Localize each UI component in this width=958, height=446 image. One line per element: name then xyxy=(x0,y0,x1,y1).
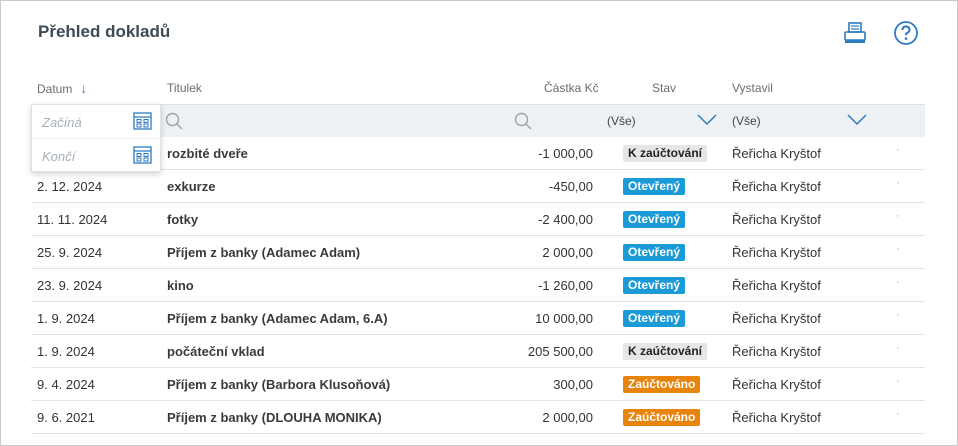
table-row[interactable]: 25. 9. 2024 Příjem z banky (Adamec Adam)… xyxy=(31,236,925,269)
title-search-icon[interactable] xyxy=(165,112,183,130)
row-date: 1. 9. 2024 xyxy=(37,311,95,326)
status-badge: K zaúčtování xyxy=(623,145,708,162)
row-author: Řeřicha Kryštof xyxy=(732,377,821,392)
date-to-placeholder: Končí xyxy=(42,149,76,164)
amount-search-icon[interactable] xyxy=(514,112,532,130)
table-row[interactable]: 1. 9. 2024 počáteční vklad 205 500,00 K … xyxy=(31,335,925,368)
row-date: 9. 4. 2024 xyxy=(37,377,95,392)
row-title: kino xyxy=(167,278,194,293)
filter-row: (Vše) (Vše) xyxy=(31,105,925,137)
help-icon[interactable] xyxy=(893,20,919,46)
row-dot: · xyxy=(896,144,900,156)
row-dot: · xyxy=(896,309,900,321)
row-title: fotky xyxy=(167,212,199,227)
table-row[interactable]: 23. 9. 2024 kino -1 260,00 Otevřený Řeři… xyxy=(31,269,925,302)
row-date: 11. 11. 2024 xyxy=(37,212,108,227)
table-row[interactable]: 1. 9. 2024 Příjem z banky (Adamec Adam, … xyxy=(31,302,925,335)
row-date: 1. 9. 2024 xyxy=(37,344,95,359)
table-row[interactable]: 11. 11. 2024 fotky -2 400,00 Otevřený Ře… xyxy=(31,203,925,236)
row-title: rozbité dveře xyxy=(167,146,248,161)
row-date: 2. 12. 2024 xyxy=(37,179,103,194)
table-body: rozbité dveře -1 000,00 K zaúčtování Řeř… xyxy=(31,137,925,434)
printer-icon[interactable] xyxy=(842,20,868,46)
row-author: Řeřicha Kryštof xyxy=(732,344,821,359)
author-filter-select[interactable]: (Vše) xyxy=(732,114,761,128)
date-to-field[interactable]: Končí xyxy=(32,138,160,171)
row-amount: -1 260,00 xyxy=(538,278,593,293)
status-badge: Otevřený xyxy=(623,211,686,228)
status-badge: Zaúčtováno xyxy=(623,409,701,426)
row-title: Příjem z banky (DLOUHA MONIKA) xyxy=(167,410,382,425)
status-filter-select[interactable]: (Vše) xyxy=(607,114,636,128)
status-badge: Zaúčtováno xyxy=(623,376,701,393)
column-header-status[interactable]: Stav xyxy=(652,81,676,95)
column-header-amount[interactable]: Částka Kč xyxy=(544,81,599,95)
date-from-placeholder: Začíná xyxy=(42,115,82,130)
row-title: exkurze xyxy=(167,179,216,194)
row-author: Řeřicha Kryštof xyxy=(732,410,821,425)
table-row[interactable]: 9. 4. 2024 Příjem z banky (Barbora Kluso… xyxy=(31,368,925,401)
row-author: Řeřicha Kryštof xyxy=(732,212,821,227)
row-title: Příjem z banky (Barbora Klusoňová) xyxy=(167,377,391,392)
row-author: Řeřicha Kryštof xyxy=(732,245,821,260)
date-from-field[interactable]: Začíná xyxy=(32,105,160,138)
table-row[interactable]: 9. 6. 2021 Příjem z banky (DLOUHA MONIKA… xyxy=(31,401,925,434)
row-dot: · xyxy=(896,276,900,288)
calendar-icon[interactable] xyxy=(133,145,152,164)
status-badge: Otevřený xyxy=(623,277,686,294)
row-dot: · xyxy=(896,210,900,222)
column-header-title[interactable]: Titulek xyxy=(167,81,202,95)
column-header-date[interactable]: Datum ↓ xyxy=(37,81,87,96)
author-chevron-down-icon[interactable] xyxy=(847,113,867,127)
row-author: Řeřicha Kryštof xyxy=(732,146,821,161)
row-amount: -450,00 xyxy=(548,179,593,194)
row-dot: · xyxy=(896,342,900,354)
row-amount: 205 500,00 xyxy=(527,344,593,359)
status-badge: Otevřený xyxy=(623,178,686,195)
row-amount: 10 000,00 xyxy=(535,311,593,326)
date-filter-popup: Začíná Končí xyxy=(31,104,161,172)
row-amount: 2 000,00 xyxy=(542,245,593,260)
row-author: Řeřicha Kryštof xyxy=(732,278,821,293)
row-dot: · xyxy=(896,177,900,189)
row-date: 9. 6. 2021 xyxy=(37,410,95,425)
row-author: Řeřicha Kryštof xyxy=(732,311,821,326)
row-amount: 300,00 xyxy=(553,377,593,392)
calendar-icon[interactable] xyxy=(133,111,152,130)
column-header-author[interactable]: Vystavil xyxy=(732,81,773,95)
status-badge: Otevřený xyxy=(623,310,686,327)
table-row[interactable]: 2. 12. 2024 exkurze -450,00 Otevřený Řeř… xyxy=(31,170,925,203)
row-date: 23. 9. 2024 xyxy=(37,278,103,293)
row-title: počáteční vklad xyxy=(167,344,265,359)
row-amount: -2 400,00 xyxy=(538,212,593,227)
row-amount: 2 000,00 xyxy=(542,410,593,425)
status-badge: Otevřený xyxy=(623,244,686,261)
row-dot: · xyxy=(896,243,900,255)
table-header: Datum ↓ Titulek Částka Kč Stav Vystavil xyxy=(31,71,925,105)
status-badge: K zaúčtování xyxy=(623,343,708,360)
window: Přehled dokladů Datum ↓ Titulek Částka Kč… xyxy=(0,0,958,446)
status-chevron-down-icon[interactable] xyxy=(697,113,717,127)
row-title: Příjem z banky (Adamec Adam) xyxy=(167,245,361,260)
page-title: Přehled dokladů xyxy=(38,22,171,41)
row-date: 25. 9. 2024 xyxy=(37,245,103,260)
sort-down-icon[interactable]: ↓ xyxy=(80,81,87,96)
row-author: Řeřicha Kryštof xyxy=(732,179,821,194)
row-title: Příjem z banky (Adamec Adam, 6.A) xyxy=(167,311,388,326)
row-dot: · xyxy=(896,408,900,420)
documents-table: Datum ↓ Titulek Částka Kč Stav Vystavil (… xyxy=(31,71,925,434)
table-row[interactable]: rozbité dveře -1 000,00 K zaúčtování Řeř… xyxy=(31,137,925,170)
row-dot: · xyxy=(896,375,900,387)
row-amount: -1 000,00 xyxy=(538,146,593,161)
